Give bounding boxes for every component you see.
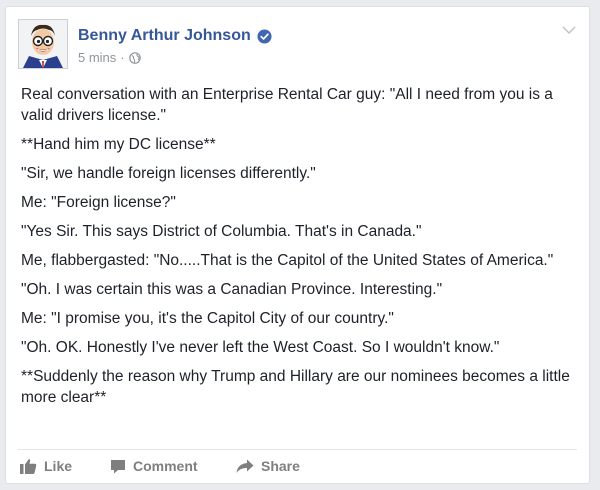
post-body: Real conversation with an Enterprise Ren… (21, 84, 576, 416)
like-button[interactable]: Like (20, 458, 110, 474)
thumbs-up-icon (20, 459, 37, 474)
post-paragraph: **Hand him my DC license** (21, 136, 216, 153)
post-paragraph: Me: "Foreign license?" (21, 194, 176, 211)
post-paragraph: "Yes Sir. This says District of Columbia… (21, 223, 422, 240)
avatar[interactable] (18, 19, 68, 69)
post-paragraph: Me: "I promise you, it's the Capitol Cit… (21, 310, 394, 327)
post-header: Benny Arthur Johnson 5 mins · (18, 19, 577, 71)
like-label: Like (44, 458, 73, 474)
post-card: Benny Arthur Johnson 5 mins · Real conve… (5, 6, 590, 484)
share-label: Share (261, 458, 300, 474)
comment-button[interactable]: Comment (110, 458, 236, 474)
action-divider (18, 449, 577, 450)
share-arrow-icon (236, 459, 254, 473)
post-timestamp[interactable]: 5 mins (78, 50, 116, 65)
chevron-down-icon[interactable] (561, 23, 577, 35)
post-paragraph: "Oh. I was certain this was a Canadian P… (21, 281, 443, 298)
author-name-link[interactable]: Benny Arthur Johnson (78, 27, 251, 45)
comment-label: Comment (133, 458, 198, 474)
post-paragraph: "Oh. OK. Honestly I've never left the We… (21, 339, 500, 356)
post-actions: Like Comment Share (20, 455, 300, 477)
post-paragraph: **Suddenly the reason why Trump and Hill… (21, 368, 570, 406)
post-paragraph: "Sir, we handle foreign licenses differe… (21, 165, 316, 182)
share-button[interactable]: Share (236, 458, 300, 474)
globe-icon[interactable] (128, 51, 141, 64)
post-meta: 5 mins · (78, 50, 141, 65)
post-paragraph: Real conversation with an Enterprise Ren… (21, 86, 553, 124)
comment-icon (111, 459, 125, 473)
meta-separator: · (120, 50, 125, 65)
cartoon-avatar-icon (19, 20, 67, 68)
verified-badge-icon (257, 28, 272, 44)
author-row: Benny Arthur Johnson (78, 26, 272, 46)
post-paragraph: Me, flabbergasted: "No.....That is the C… (21, 252, 554, 269)
